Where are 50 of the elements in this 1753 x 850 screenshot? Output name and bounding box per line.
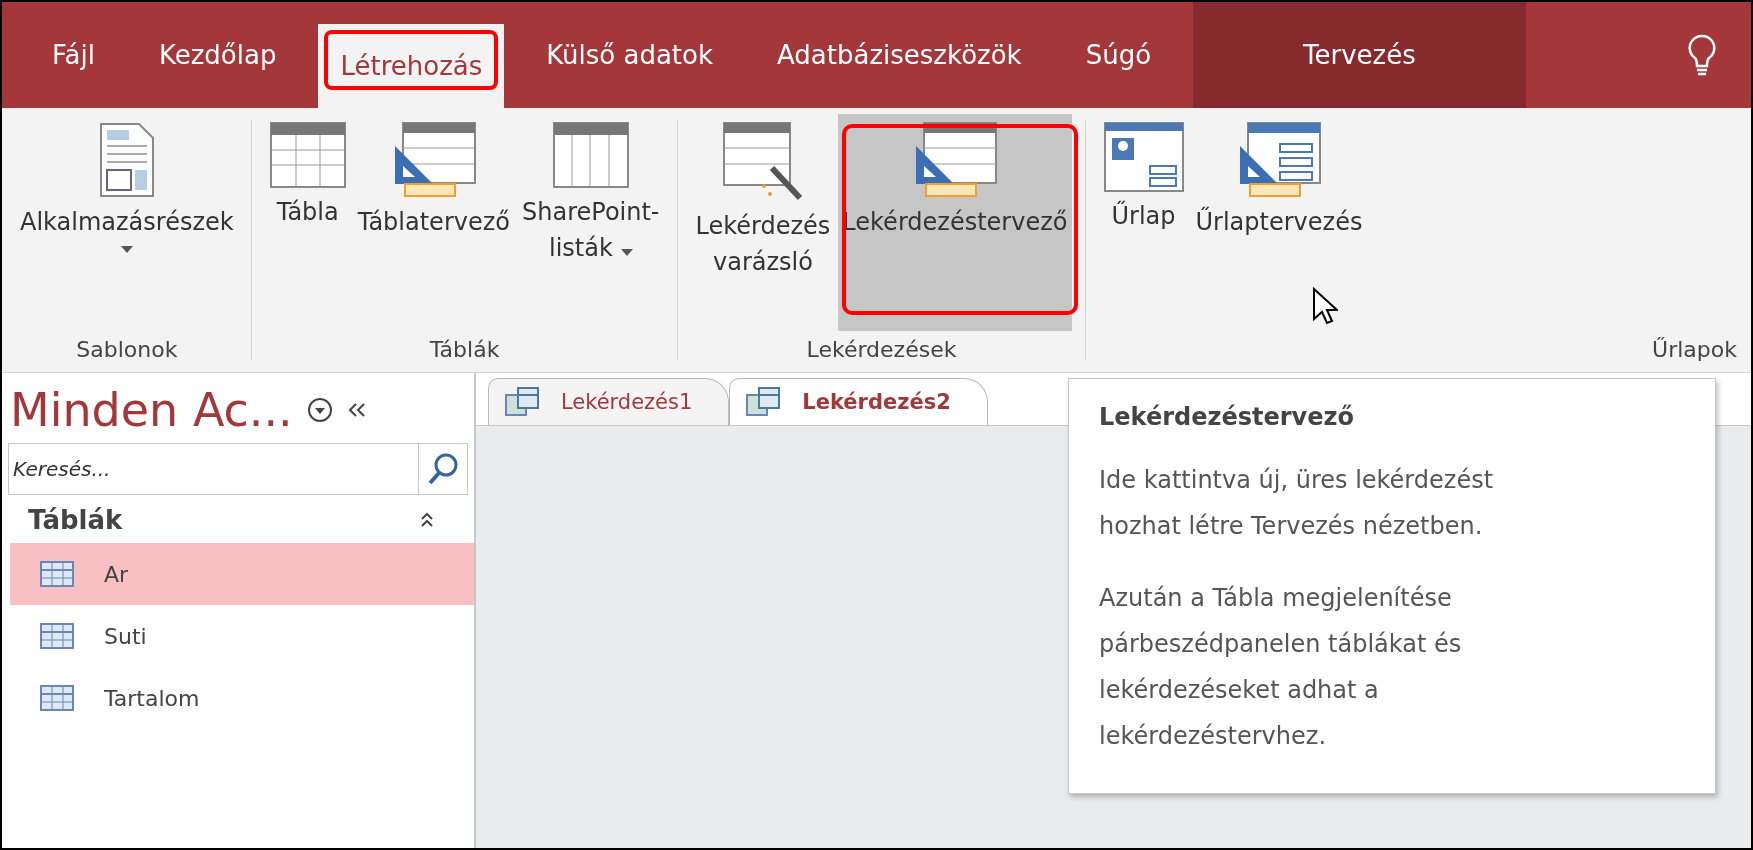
document-tab[interactable]: Lekérdezés1: [488, 378, 730, 425]
navigation-item[interactable]: Ar: [10, 543, 474, 605]
section-header[interactable]: Táblák: [28, 505, 123, 535]
dropdown-circle-icon[interactable]: [306, 397, 333, 423]
pane-title: Minden Ac...: [10, 383, 293, 437]
item-label: Tartalom: [104, 685, 200, 711]
group-label: Űrlapok: [1651, 336, 1737, 364]
document-tab[interactable]: Lekérdezés2: [729, 378, 988, 425]
form-icon: [1103, 122, 1184, 192]
tooltip-text: Ide kattintva új, üres lekérdezést hozhat létre Tervezés nézetben.: [1099, 465, 1495, 542]
table-icon: [40, 561, 74, 587]
collapse-icon[interactable]: [346, 402, 367, 418]
ribbon-button[interactable]: Űrlap: [1099, 114, 1188, 331]
table-icon: [40, 685, 74, 711]
navigation-item[interactable]: Suti: [10, 605, 474, 667]
collapse-up-icon[interactable]: [420, 512, 434, 528]
tooltip-text: Azután a Tábla megjelenítése párbeszédpanelen táblákat és lekérdezéseket adhat a lekérdezéstervhez.: [1099, 583, 1463, 752]
table-icon: [40, 623, 74, 649]
group-label: Lekérdezések: [805, 336, 958, 364]
ribbon-button[interactable]: Táblatervező: [353, 114, 514, 331]
search-button[interactable]: [418, 443, 468, 495]
group-label: Táblák: [428, 336, 501, 364]
query-icon: [505, 387, 539, 417]
ribbon-button[interactable]: Tábla: [265, 114, 350, 331]
ribbon-tab[interactable]: Létrehozás: [318, 24, 505, 108]
item-label: Suti: [104, 623, 147, 649]
mouse-pointer-icon: [1312, 287, 1338, 325]
search-field[interactable]: Keresés...: [8, 443, 418, 495]
lightbulb-icon[interactable]: [1687, 34, 1717, 76]
document-icon: [98, 122, 155, 198]
ribbon-button[interactable]: SharePoint- listák: [518, 114, 664, 331]
ribbon-tab[interactable]: Külső adatok: [524, 2, 735, 108]
ribbon-tab[interactable]: Tervezés: [1193, 2, 1526, 108]
search-icon: [427, 452, 459, 486]
ribbon-tab[interactable]: Adatbáziseszközök: [755, 2, 1044, 108]
tab-label: Lekérdezés2: [802, 390, 951, 414]
ribbon-tab[interactable]: Fájl: [30, 2, 117, 108]
ribbon-button[interactable]: Alkalmazásrészek: [16, 114, 238, 331]
ribbon-button[interactable]: Lekérdezés varázsló: [691, 114, 835, 331]
ribbon-tab[interactable]: Súgó: [1063, 2, 1174, 108]
list-icon: [552, 122, 629, 188]
query-icon: [746, 387, 781, 417]
group-label: Sablonok: [75, 336, 179, 364]
item-label: Ar: [104, 561, 129, 587]
table-icon: [269, 122, 346, 188]
tooltip-title: Lekérdezéstervező: [1099, 403, 1355, 431]
ribbon-tab[interactable]: Kezdőlap: [136, 2, 299, 108]
ribbon-button[interactable]: Űrlaptervezés: [1191, 114, 1367, 331]
navigation-item[interactable]: Tartalom: [10, 667, 474, 729]
tab-label: Lekérdezés1: [561, 390, 693, 414]
